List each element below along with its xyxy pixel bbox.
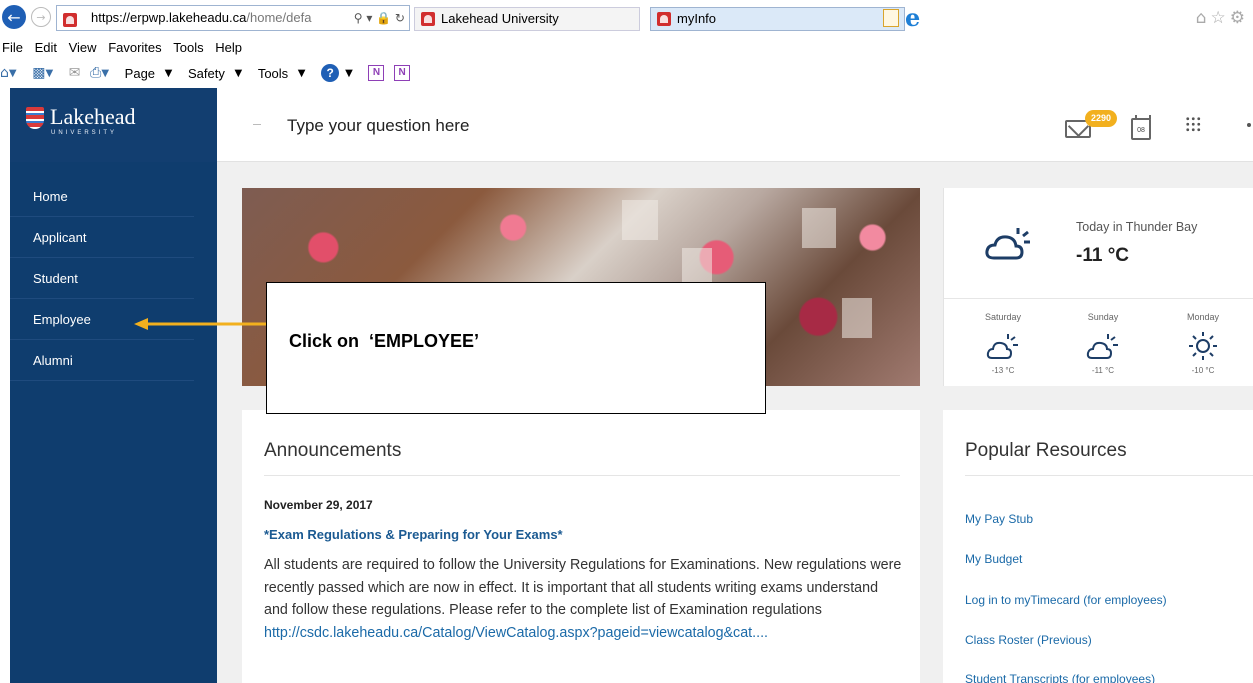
resource-link[interactable]: Student Transcripts (for employees) [965, 672, 1155, 683]
university-logo[interactable]: Lakehead UNIVERSITY [10, 88, 217, 162]
address-bar[interactable]: https://erpwp.lakeheadu.ca/home/defa ⚲ ▾… [56, 5, 410, 31]
announcement-body: All students are required to follow the … [264, 557, 902, 641]
sidebar-item-alumni[interactable]: Alumni [10, 340, 194, 381]
tab-favicon-icon [657, 12, 671, 26]
weather-title: Today in Thunder Bay [1076, 220, 1198, 234]
announcement-date: November 29, 2017 [264, 498, 373, 512]
new-tab-icon[interactable] [883, 9, 899, 27]
resources-title: Popular Resources [965, 440, 1127, 461]
partly-cloudy-icon [1086, 334, 1118, 359]
popular-resources-panel: Popular Resources My Pay Stub My Budget … [943, 410, 1253, 683]
site-favicon-icon [63, 11, 77, 30]
resource-link[interactable]: My Budget [965, 552, 1022, 566]
annotation-callout: Click on ‘EMPLOYEE’ [266, 282, 766, 414]
announcements-panel: Announcements November 29, 2017 *Exam Re… [242, 410, 920, 683]
address-url: https://erpwp.lakeheadu.ca/home/defa [91, 10, 312, 25]
print-icon[interactable]: ⎙▼ [90, 65, 115, 81]
announcements-title: Announcements [264, 440, 402, 461]
command-safety[interactable]: Safety ▼ [188, 65, 248, 81]
command-bar: ⌂▼ ▩▼ ✉ ⎙▼ Page ▼ Safety ▼ Tools ▼ ? ▼ N… [0, 64, 416, 88]
mail-count-badge: 2290 [1085, 110, 1117, 127]
sidebar-item-applicant[interactable]: Applicant [10, 217, 194, 258]
menu-edit[interactable]: Edit [35, 40, 57, 55]
home-favorites-icons[interactable]: ⌂☆⚙ [1196, 8, 1249, 28]
forward-arrow-icon[interactable]: → [31, 7, 51, 27]
sidebar-item-student[interactable]: Student [10, 258, 194, 299]
partly-cloudy-icon [985, 228, 1030, 260]
address-controls[interactable]: ⚲ ▾ 🔒 ↻ [349, 6, 405, 30]
menu-favorites[interactable]: Favorites [108, 40, 161, 55]
home-icon[interactable]: ⌂▼ [0, 65, 23, 81]
forecast-temp: -11 °C [1091, 366, 1115, 375]
sidebar-item-home[interactable]: Home [10, 176, 194, 217]
command-tools[interactable]: Tools ▼ [258, 65, 312, 81]
catalog-link[interactable]: http://csdc.lakeheadu.ca/Catalog/ViewCat… [264, 625, 768, 641]
back-arrow-icon[interactable]: ← [2, 5, 26, 29]
portal-header: Type your question here 2290 08 [217, 88, 1253, 162]
weather-current-temp: -11 °C [1076, 245, 1130, 266]
browser-toolbar: ← → https://erpwp.lakeheadu.ca/home/defa… [0, 0, 1253, 38]
search-input[interactable]: Type your question here [287, 116, 469, 136]
forecast-day: Saturday [984, 312, 1022, 322]
forecast-day: Sunday [1087, 312, 1119, 322]
resource-link[interactable]: My Pay Stub [965, 512, 1033, 526]
shield-logo-icon [26, 107, 44, 129]
menu-help[interactable]: Help [215, 40, 242, 55]
onenote-linked-icon[interactable]: N [394, 65, 411, 81]
sun-icon [1189, 332, 1217, 360]
annotation-arrow [134, 318, 266, 330]
weather-widget: Today in Thunder Bay -11 °C Saturday -13… [943, 188, 1253, 386]
menu-view[interactable]: View [69, 40, 97, 55]
tab-favicon-icon [421, 12, 435, 26]
menu-toggle-icon[interactable] [253, 124, 261, 125]
forecast-day: Monday [1186, 312, 1220, 322]
announcement-headline[interactable]: *Exam Regulations & Preparing for Your E… [264, 527, 563, 542]
partly-cloudy-icon [986, 334, 1018, 359]
menu-bar: File Edit View Favorites Tools Help [0, 40, 242, 60]
menu-file[interactable]: File [2, 40, 23, 55]
onenote-icon[interactable]: N [368, 65, 385, 81]
tab-lakehead-university[interactable]: Lakehead University [414, 7, 640, 31]
help-icon[interactable]: ? ▼ [321, 64, 359, 82]
sidebar-nav: Home Applicant Student Employee Alumni [10, 176, 217, 381]
menu-tools[interactable]: Tools [173, 40, 203, 55]
mail-icon[interactable]: ✉ [69, 65, 81, 81]
command-page[interactable]: Page ▼ [125, 65, 179, 81]
tab-myinfo[interactable]: myInfo × [650, 7, 905, 31]
forecast-temp: -13 °C [991, 366, 1015, 375]
feeds-icon[interactable]: ▩▼ [32, 65, 59, 81]
internet-explorer-icon[interactable]: e [905, 4, 920, 32]
annotation-text: Click on ‘EMPLOYEE’ [289, 331, 480, 351]
resource-link[interactable]: Log in to myTimecard (for employees) [965, 593, 1167, 607]
sidebar: Lakehead UNIVERSITY Home Applicant Stude… [10, 88, 217, 683]
apps-grid-icon[interactable] [1185, 116, 1201, 132]
more-icon[interactable] [1247, 123, 1251, 127]
forecast-temp: -10 °C [1191, 366, 1215, 375]
resource-link[interactable]: Class Roster (Previous) [965, 633, 1092, 647]
calendar-icon[interactable]: 08 [1131, 115, 1151, 140]
